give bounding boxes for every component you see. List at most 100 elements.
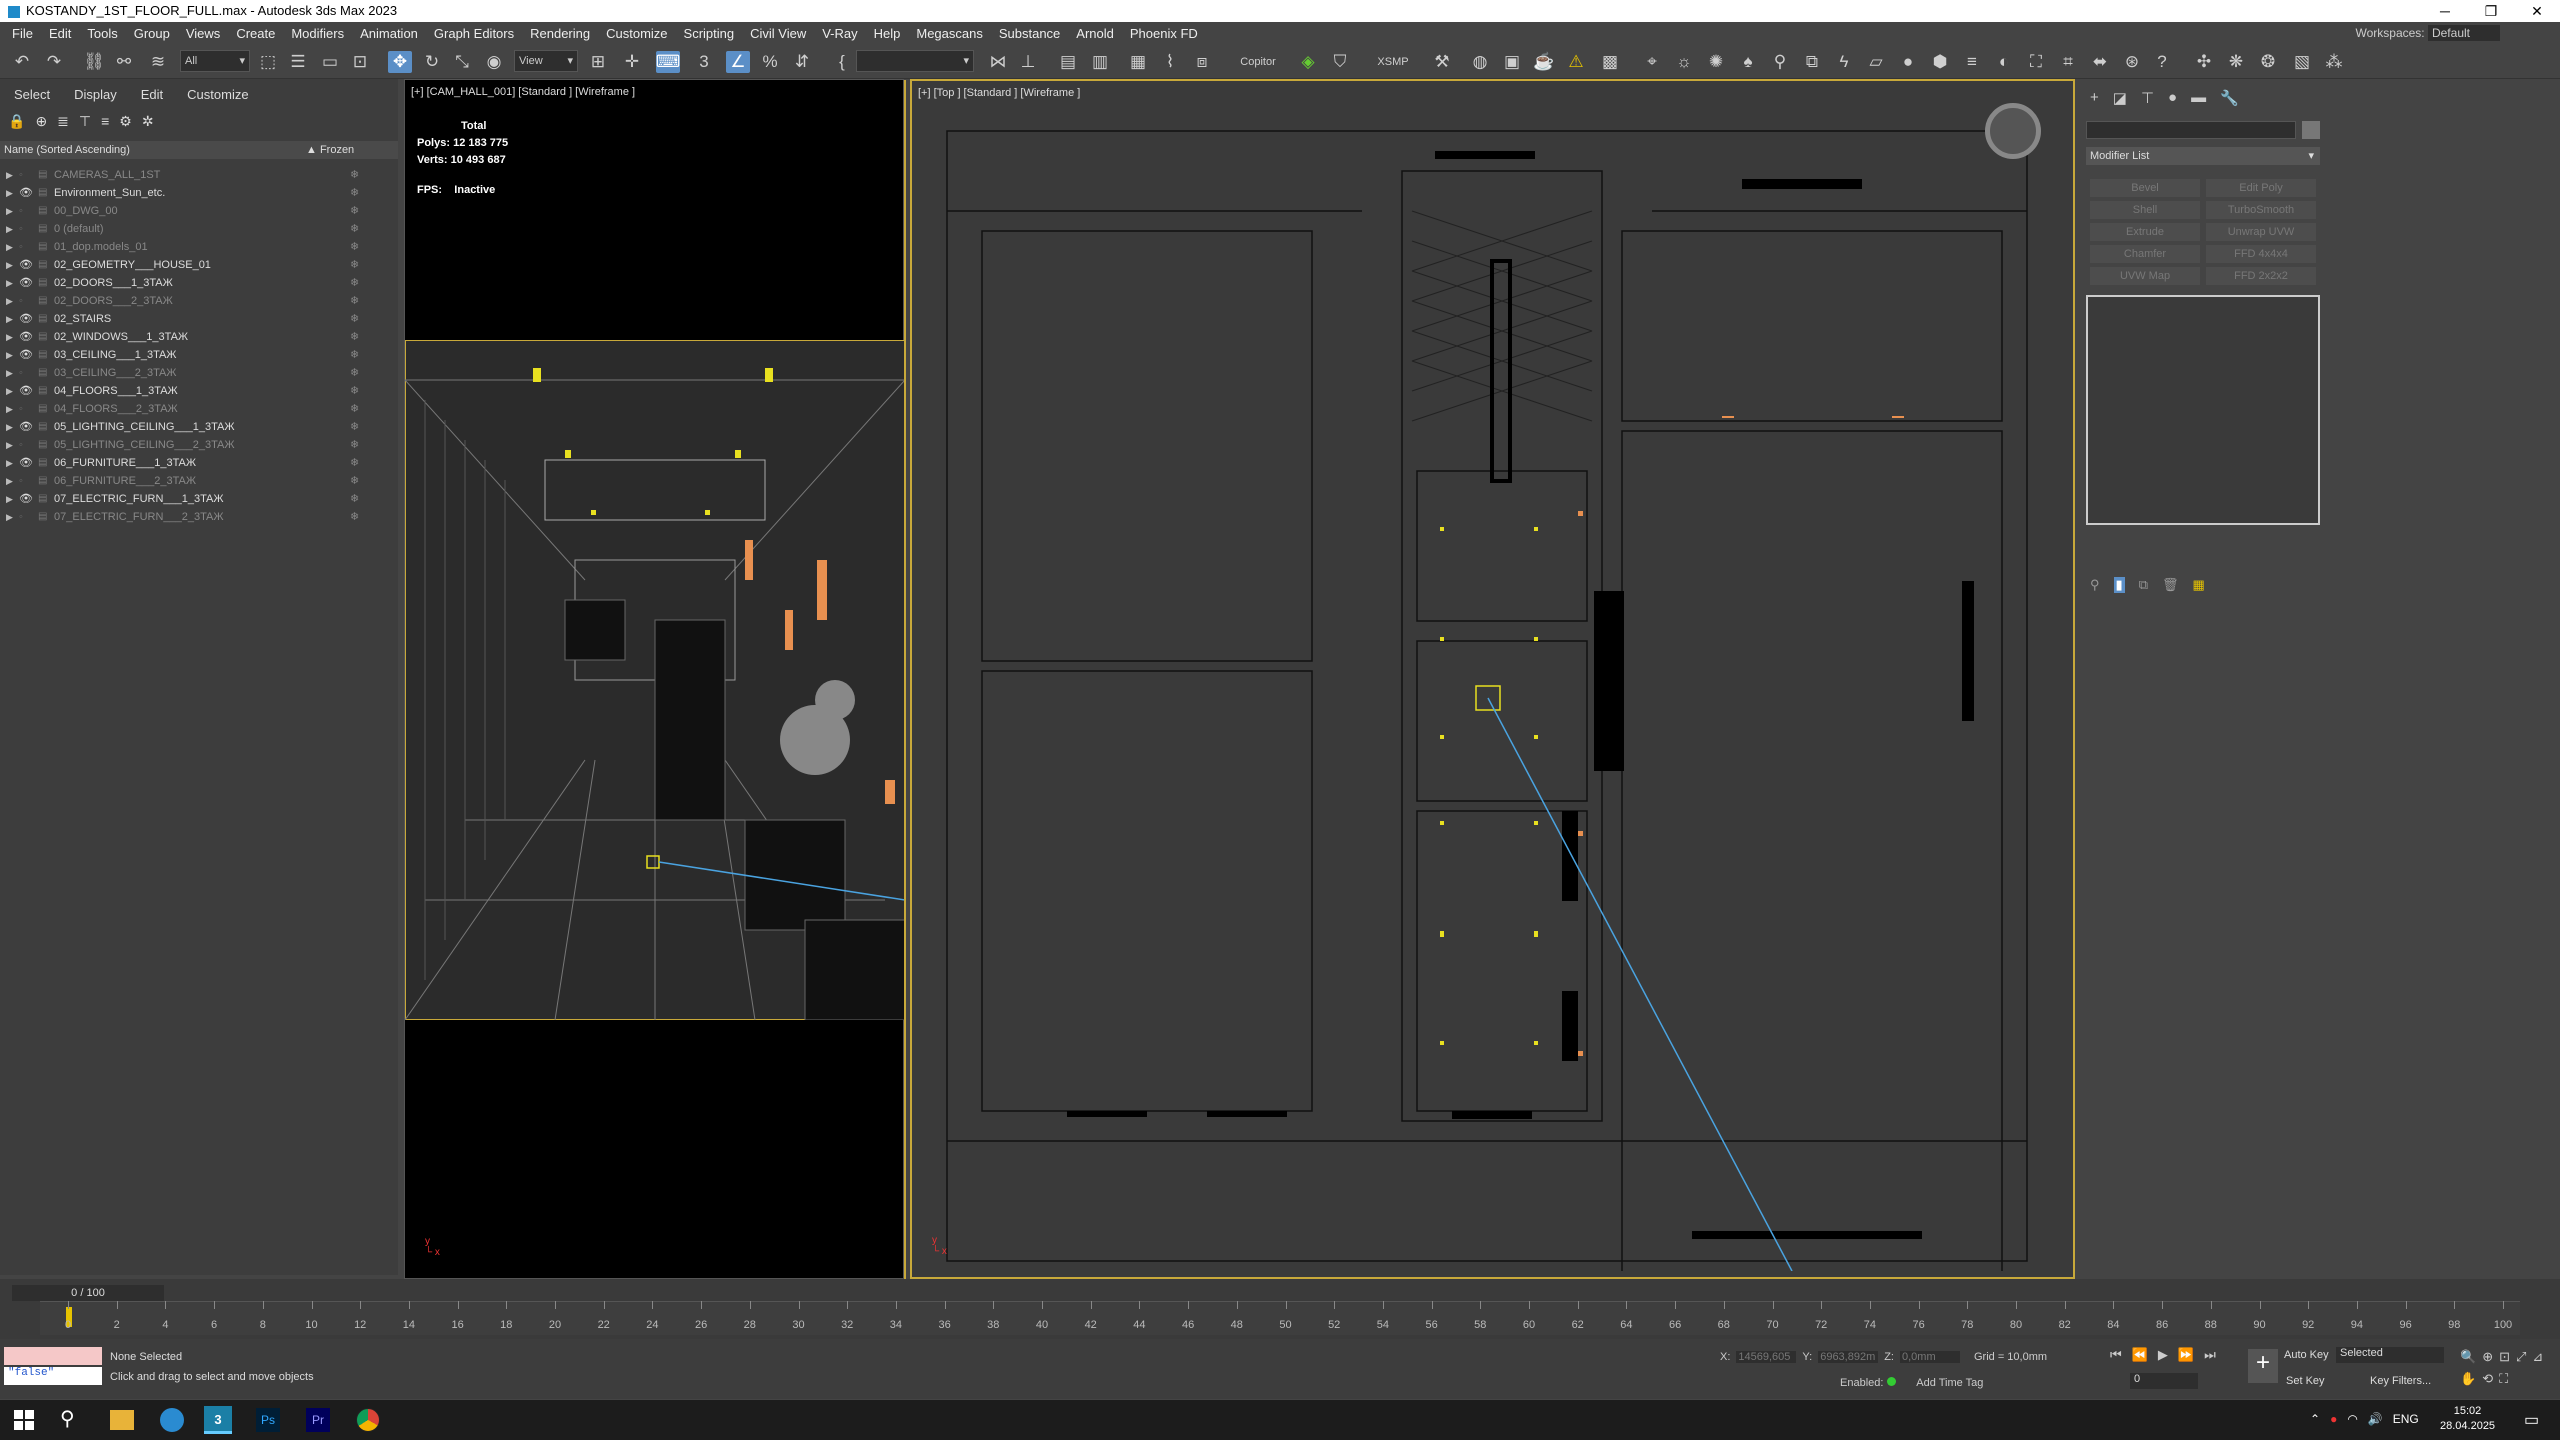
maxscript-output[interactable]: "false" — [4, 1367, 102, 1385]
expand-arrow-icon[interactable]: ▶ — [6, 454, 13, 472]
vray-sun-icon[interactable]: ✺ — [1704, 51, 1728, 73]
modifier-ffd4-button[interactable]: FFD 4x4x4 — [2206, 245, 2316, 263]
modifier-uvw-map-button[interactable]: UVW Map — [2090, 267, 2200, 285]
vray-material-icon[interactable]: ◐ — [1992, 51, 2016, 73]
visibility-eye-icon[interactable]: ◦ — [19, 364, 23, 382]
rendered-frame-window-icon[interactable]: ▣ — [1500, 51, 1524, 73]
modifier-list-dropdown[interactable]: Modifier List ▾ — [2086, 147, 2320, 165]
expand-arrow-icon[interactable]: ▶ — [6, 436, 13, 454]
maximize-button[interactable]: ❐ — [2468, 0, 2514, 22]
frozen-icon[interactable]: ❄ — [350, 238, 359, 256]
vray-frame-buffer-icon[interactable]: ▩ — [1598, 51, 1622, 73]
select-and-move-icon[interactable]: ✥ — [388, 51, 412, 73]
vray-lister-icon[interactable]: ≡ — [1960, 51, 1984, 73]
visibility-eye-icon[interactable]: ◦ — [19, 436, 23, 454]
expand-arrow-icon[interactable]: ▶ — [6, 166, 13, 184]
layer-row[interactable]: ▶ ◦ ▤ 04_FLOORS___2_3TAЖ ❄ — [0, 400, 398, 418]
remove-modifier-icon[interactable]: 🗑 — [2162, 577, 2179, 593]
vray-proxy-icon[interactable]: ⧉ — [1800, 51, 1824, 73]
pin-stack-icon[interactable]: ⚲ — [2090, 577, 2100, 593]
rect-selection-icon[interactable]: ▭ — [318, 51, 342, 73]
visibility-eye-icon[interactable]: 👁 — [19, 256, 33, 274]
visibility-eye-icon[interactable]: ◦ — [19, 292, 23, 310]
link-icon[interactable]: ⛓ — [82, 51, 106, 73]
vray-scan-icon[interactable]: ⊛ — [2120, 51, 2144, 73]
minimize-button[interactable]: ─ — [2422, 0, 2468, 22]
tray-app-icon[interactable]: ● — [2330, 1412, 2337, 1426]
expand-arrow-icon[interactable]: ▶ — [6, 508, 13, 526]
tray-chevron-icon[interactable]: ⌃ — [2310, 1412, 2320, 1426]
expand-arrow-icon[interactable]: ▶ — [6, 346, 13, 364]
menu-arnold[interactable]: Arnold — [1072, 26, 1126, 41]
visibility-eye-icon[interactable]: ◦ — [19, 472, 23, 490]
layer-row[interactable]: ▶ ◦ ▤ 07_ELECTRIC_FURN___2_3TAЖ ❄ — [0, 508, 398, 526]
frozen-icon[interactable]: ❄ — [350, 454, 359, 472]
keyboard-shortcut-override-icon[interactable]: ⌨ — [656, 51, 680, 73]
frozen-icon[interactable]: ❄ — [350, 472, 359, 490]
vray-toon-icon[interactable]: ⬌ — [2088, 51, 2112, 73]
spinner-snap-icon[interactable]: ⇵ — [790, 51, 814, 73]
chaos-cloud-icon[interactable]: ✣ — [2192, 51, 2216, 73]
set-key-icon[interactable]: + — [2248, 1349, 2278, 1383]
menu-vray[interactable]: V-Ray — [818, 26, 869, 41]
expand-arrow-icon[interactable]: ▶ — [6, 184, 13, 202]
frozen-icon[interactable]: ❄ — [350, 184, 359, 202]
frozen-icon[interactable]: ❄ — [350, 400, 359, 418]
edit-named-selection-icon[interactable]: { — [830, 51, 854, 73]
zoom-extents-all-icon[interactable]: ⤢ — [2516, 1349, 2526, 1365]
material-editor-icon[interactable]: ◍ — [1468, 51, 1492, 73]
utilities-tab-icon[interactable]: 🔧 — [2220, 89, 2239, 107]
frozen-icon[interactable]: ❄ — [350, 436, 359, 454]
layer-stack-icon[interactable]: ≡ — [101, 113, 109, 130]
visibility-eye-icon[interactable]: 👁 — [19, 346, 33, 364]
column-name-header[interactable]: Name (Sorted Ascending) — [4, 144, 130, 156]
layer-row[interactable]: ▶ 👁 ▤ 04_FLOORS___1_3TAЖ ❄ — [0, 382, 398, 400]
layers-stack-icon[interactable]: ◈ — [1296, 51, 1320, 73]
visibility-eye-icon[interactable]: ◦ — [19, 400, 23, 418]
frozen-icon[interactable]: ❄ — [350, 202, 359, 220]
layer-row[interactable]: ▶ 👁 ▤ 02_WINDOWS___1_3TAЖ ❄ — [0, 328, 398, 346]
object-color-swatch[interactable] — [2302, 121, 2320, 139]
xsmp-button[interactable]: XSMP — [1376, 51, 1410, 73]
help-icon[interactable]: ? — [2150, 51, 2174, 73]
menu-tools[interactable]: Tools — [83, 26, 129, 41]
visibility-eye-icon[interactable]: ◦ — [19, 508, 23, 526]
menu-create[interactable]: Create — [232, 26, 287, 41]
frozen-icon[interactable]: ❄ — [350, 328, 359, 346]
modifier-extrude-button[interactable]: Extrude — [2090, 223, 2200, 241]
vray-fur-icon[interactable]: ϟ — [1832, 51, 1856, 73]
pivot-center-icon[interactable]: ⊞ — [586, 51, 610, 73]
frozen-icon[interactable]: ❄ — [350, 364, 359, 382]
expand-arrow-icon[interactable]: ▶ — [6, 364, 13, 382]
frozen-icon[interactable]: ❄ — [350, 346, 359, 364]
tab-select[interactable]: Select — [0, 87, 60, 102]
lock-icon[interactable]: 🔒 — [8, 113, 25, 130]
select-and-place-icon[interactable]: ◉ — [482, 51, 506, 73]
frozen-icon[interactable]: ❄ — [350, 508, 359, 526]
visibility-eye-icon[interactable]: 👁 — [19, 418, 33, 436]
expand-arrow-icon[interactable]: ▶ — [6, 400, 13, 418]
z-field[interactable]: 0,0mm — [1899, 1351, 1960, 1363]
render-production-icon[interactable]: ☕ — [1532, 51, 1556, 73]
chaos-scatter-icon[interactable]: ▧ — [2290, 51, 2314, 73]
wifi-icon[interactable]: ◠ — [2347, 1412, 2357, 1426]
menu-graph-editors[interactable]: Graph Editors — [430, 26, 526, 41]
menu-animation[interactable]: Animation — [356, 26, 430, 41]
orbit-icon[interactable]: ⟲ — [2482, 1371, 2493, 1387]
object-name-field[interactable] — [2086, 121, 2296, 139]
reference-coord-dropdown[interactable]: View — [514, 50, 578, 72]
frozen-icon[interactable]: ❄ — [350, 256, 359, 274]
menu-phoenix-fd[interactable]: Phoenix FD — [1126, 26, 1210, 41]
visibility-eye-icon[interactable]: 👁 — [19, 274, 33, 292]
layer-row[interactable]: ▶ 👁 ▤ 02_GEOMETRY___HOUSE_01 ❄ — [0, 256, 398, 274]
tab-display[interactable]: Display — [60, 87, 127, 102]
vray-sphere-icon[interactable]: ● — [1896, 51, 1920, 73]
clock[interactable]: 15:02 28.04.2025 — [2440, 1404, 2495, 1434]
modifier-stack[interactable] — [2086, 295, 2320, 525]
select-and-rotate-icon[interactable]: ↻ — [420, 51, 444, 73]
premiere-icon[interactable]: Pr — [306, 1408, 330, 1432]
visibility-eye-icon[interactable]: 👁 — [19, 184, 33, 202]
frozen-icon[interactable]: ❄ — [350, 166, 359, 184]
menu-file[interactable]: File — [8, 26, 45, 41]
list-header[interactable]: Name (Sorted Ascending) ▲ Frozen — [0, 141, 398, 159]
